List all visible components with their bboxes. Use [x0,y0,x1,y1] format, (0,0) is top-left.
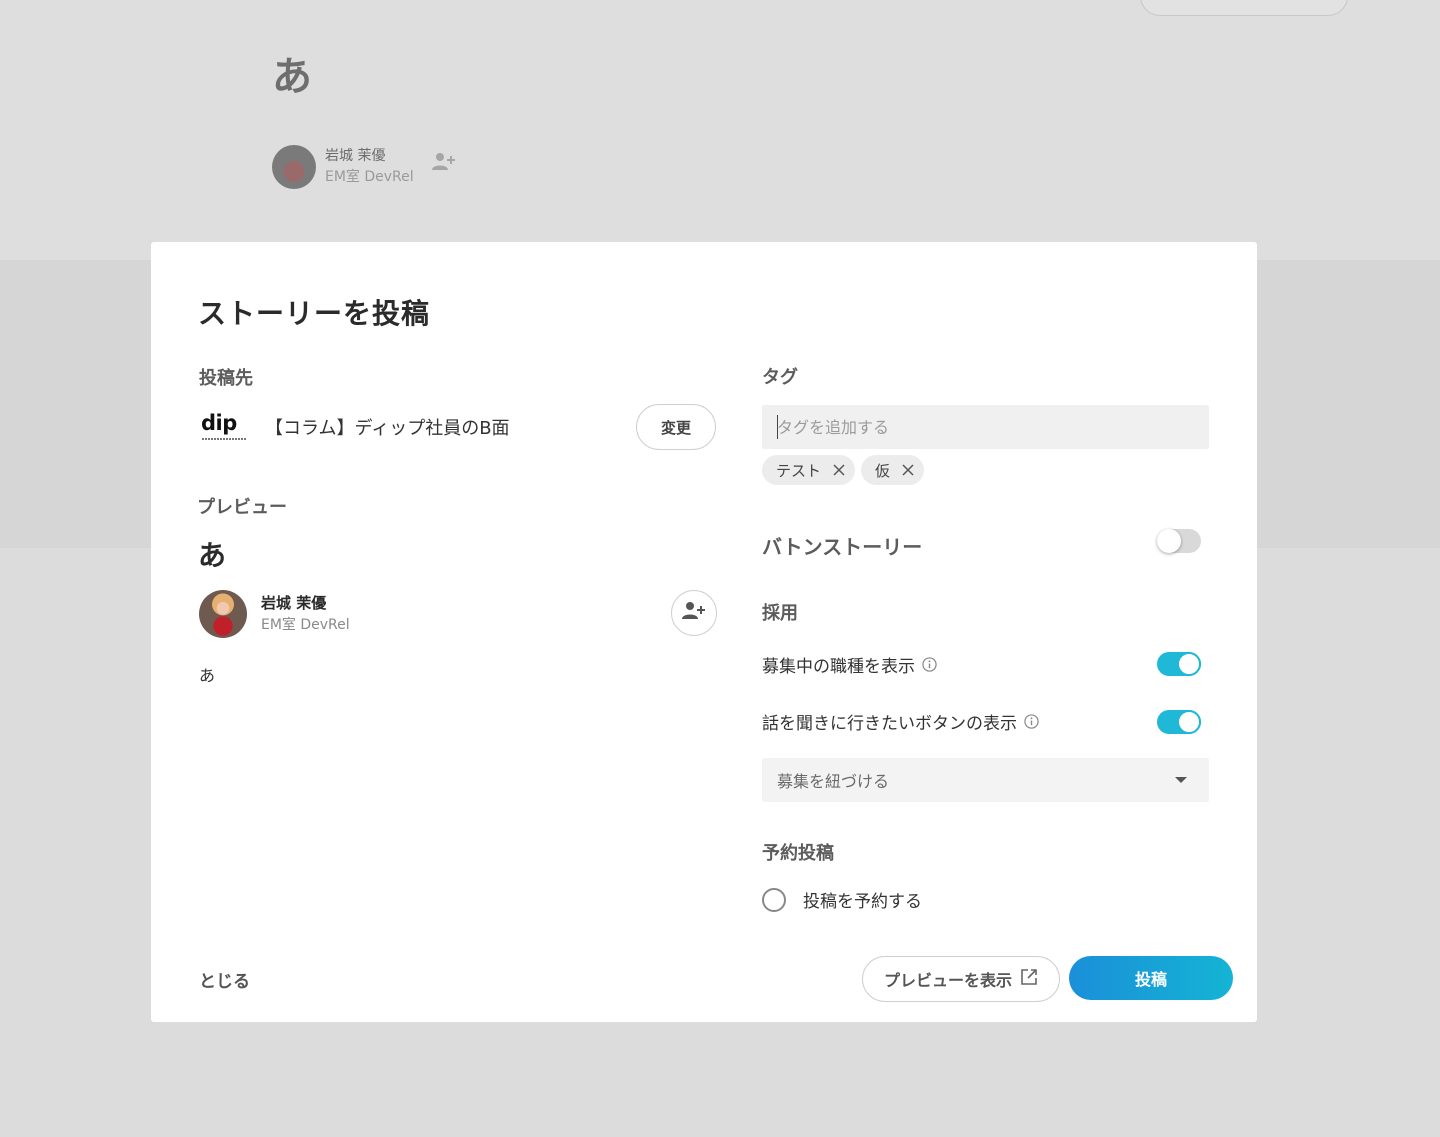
background-author-name: 岩城 茉優 [325,148,386,164]
text-caret [777,415,778,439]
recruit-link-select[interactable]: 募集を紐づける [762,758,1209,802]
background-author-dept: EM室 DevRel [325,169,414,185]
modal-title: ストーリーを投稿 [198,297,431,330]
preview-author-dept: EM室 DevRel [261,617,350,633]
dip-logo-text: dip [201,411,237,435]
visit-button-setting: 話を聞きに行きたいボタンの表示 [762,709,1039,734]
baton-story-label: バトンストーリー [762,535,923,559]
avatar [199,590,247,638]
close-icon[interactable] [831,462,847,478]
tag-chip: テスト [762,455,856,485]
tag-chip-label: テスト [776,461,822,480]
close-icon[interactable] [900,462,916,478]
chevron-down-icon [1175,777,1187,783]
change-destination-button[interactable]: 変更 [636,404,716,450]
schedule-option-label: 投稿を予約する [803,892,922,912]
follow-button[interactable] [671,590,717,636]
close-button[interactable]: とじる [199,967,250,992]
post-button[interactable]: 投稿 [1069,956,1233,1000]
tag-list: テスト 仮 [762,455,925,485]
schedule-radio[interactable] [762,887,786,912]
user-plus-icon [682,601,706,625]
visit-button-toggle[interactable] [1157,710,1201,734]
tag-chip-label: 仮 [875,461,891,480]
tags-label: タグ [762,367,798,388]
tag-input[interactable] [762,405,1209,449]
baton-story-toggle[interactable] [1157,529,1201,553]
tag-chip: 仮 [861,455,925,485]
show-jobs-label: 募集中の職種を表示 [762,657,915,677]
destination-name: 【コラム】ディップ社員のB面 [265,418,510,439]
info-icon[interactable] [922,657,937,672]
recruit-link-select-value: 募集を紐づける [777,772,890,791]
show-jobs-toggle[interactable] [1157,652,1201,676]
destination-row: dip 【コラム】ディップ社員のB面 変更 [201,404,716,450]
info-icon[interactable] [1024,714,1039,729]
external-link-icon [1012,968,1038,990]
visit-button-label: 話を聞きに行きたいボタンの表示 [762,714,1017,734]
show-jobs-setting: 募集中の職種を表示 [762,652,937,677]
preview-author: 岩城 茉優 EM室 DevRel [199,590,717,638]
background-story-title: あ [272,54,312,100]
background-header [0,0,1440,260]
background-avatar [272,145,316,189]
show-preview-button[interactable]: プレビューを表示 [862,956,1060,1002]
post-story-modal: ストーリーを投稿 投稿先 dip 【コラム】ディップ社員のB面 変更 プレビュー… [151,242,1257,1022]
preview-author-name: 岩城 茉優 [261,594,327,612]
preview-label: プレビュー [197,497,287,518]
preview-body: あ [199,666,216,685]
destination-label: 投稿先 [199,368,253,389]
schedule-label: 予約投稿 [762,843,834,864]
preview-title: あ [198,539,227,572]
dip-logo: dip [201,412,247,442]
background-author: 岩城 茉優 EM室 DevRel [272,145,456,189]
recruit-label: 採用 [762,603,798,624]
user-plus-icon [431,152,456,176]
schedule-option[interactable]: 投稿を予約する [762,887,922,912]
show-preview-label: プレビューを表示 [883,971,1012,990]
background-pill-button [1140,0,1348,16]
